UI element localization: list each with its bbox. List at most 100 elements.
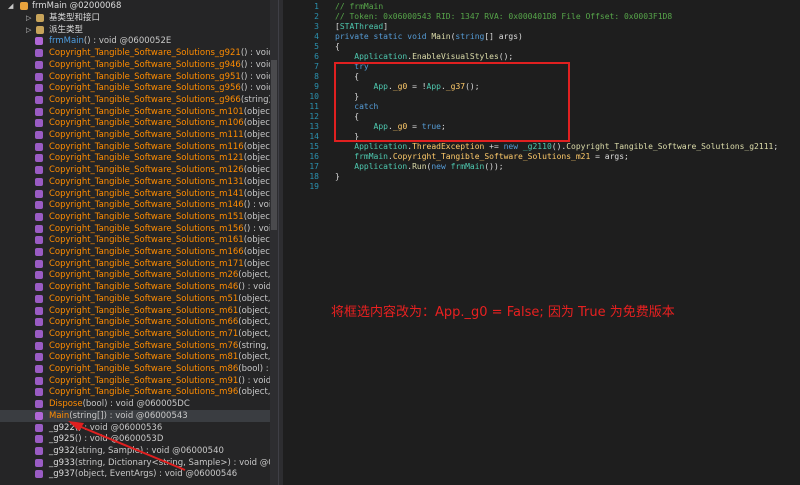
tree-member-node[interactable]: Copyright_Tangible_Software_Solutions_m5… [0, 293, 270, 305]
member-signature: () : void @ [240, 83, 270, 94]
tree-member-node[interactable]: Copyright_Tangible_Software_Solutions_m6… [0, 316, 270, 328]
code-line: 17 Application.Run(new frmMain()); [283, 162, 800, 172]
member-name: _g925() : void @0600053D [49, 434, 164, 445]
tree-member-node[interactable]: Copyright_Tangible_Software_Solutions_m1… [0, 129, 270, 141]
tree-member-node[interactable]: Copyright_Tangible_Software_Solutions_m1… [0, 234, 270, 246]
code-token: STAThread [339, 22, 384, 31]
tree-member-node[interactable]: Copyright_Tangible_Software_Solutions_m8… [0, 351, 270, 363]
member-name: Copyright_Tangible_Software_Solutions_m1… [49, 188, 270, 200]
private-method-icon [35, 435, 43, 444]
tree-member-node[interactable]: _g937(object, EventArgs) : void @0600054… [0, 468, 270, 480]
private-method-icon [35, 60, 43, 69]
collapse-arrow-icon[interactable]: ◢ [8, 0, 16, 12]
private-method-icon [35, 353, 43, 362]
tree-member-node[interactable]: Copyright_Tangible_Software_Solutions_m1… [0, 211, 270, 223]
member-signature: () : void @ [240, 59, 270, 70]
code-token: private static void [335, 32, 432, 41]
tree-member-node[interactable]: Copyright_Tangible_Software_Solutions_m1… [0, 117, 270, 129]
tree-member-node[interactable]: Copyright_Tangible_Software_Solutions_m1… [0, 246, 270, 258]
tree-member-node[interactable]: _g925() : void @0600053D [0, 433, 270, 445]
tree-member-node[interactable]: Copyright_Tangible_Software_Solutions_m1… [0, 199, 270, 211]
tree-member-node[interactable]: Copyright_Tangible_Software_Solutions_m1… [0, 188, 270, 200]
private-method-icon [35, 72, 43, 81]
member-signature: (string, Sample) : void @06000540 [74, 445, 224, 456]
member-name: Copyright_Tangible_Software_Solutions_m6… [49, 305, 270, 317]
tree-member-node[interactable]: Copyright_Tangible_Software_Solutions_m1… [0, 258, 270, 270]
tree-member-node[interactable]: Copyright_Tangible_Software_Solutions_m2… [0, 269, 270, 281]
tree-member-node[interactable]: _g922() : void @06000536 [0, 422, 270, 434]
private-method-icon [35, 201, 43, 210]
tree-member-node[interactable]: Copyright_Tangible_Software_Solutions_g9… [0, 82, 270, 94]
tree-member-node[interactable]: Copyright_Tangible_Software_Solutions_m1… [0, 152, 270, 164]
private-method-icon [35, 95, 43, 104]
member-signature: (object, EventArgs) : void @06000546 [74, 469, 238, 480]
tree-member-node[interactable]: Dispose(bool) : void @060005DC [0, 398, 270, 410]
code-token: Copyright_Tangible_Software_Solutions_m2… [392, 152, 591, 161]
tree-member-node[interactable]: Copyright_Tangible_Software_Solutions_m1… [0, 106, 270, 118]
tree-member-node[interactable]: Copyright_Tangible_Software_Solutions_m6… [0, 305, 270, 317]
tree-member-node[interactable]: Copyright_Tangible_Software_Solutions_m7… [0, 328, 270, 340]
member-signature: (string) : v [240, 94, 270, 105]
member-signature: (object, Ev [238, 387, 270, 398]
private-method-icon [35, 248, 43, 256]
tree-folder-node[interactable]: ▷ 基类型和接口 [0, 12, 270, 24]
tree-member-node[interactable]: Copyright_Tangible_Software_Solutions_m1… [0, 176, 270, 188]
member-name: Copyright_Tangible_Software_Solutions_m4… [49, 281, 270, 293]
tree-member-node[interactable]: Copyright_Tangible_Software_Solutions_g9… [0, 94, 270, 106]
member-name: Copyright_Tangible_Software_Solutions_m1… [49, 176, 270, 188]
tree-folder-node[interactable]: ▷ 派生类型 [0, 24, 270, 36]
tree-member-node[interactable]: Copyright_Tangible_Software_Solutions_m4… [0, 281, 270, 293]
expand-arrow-icon[interactable]: ▷ [26, 12, 34, 24]
line-number: 10 [309, 92, 319, 101]
member-signature: (object, E [243, 258, 270, 269]
code-text: // frmMain [335, 2, 383, 12]
private-method-icon [35, 236, 43, 245]
code-text: Application.Run(new frmMain()); [335, 162, 504, 172]
expand-arrow-icon[interactable]: ▷ [26, 24, 34, 36]
tree-member-node[interactable]: Copyright_Tangible_Software_Solutions_m1… [0, 223, 270, 235]
tree-member-node[interactable]: _g932(string, Sample) : void @06000540 [0, 445, 270, 457]
line-number: 5 [314, 42, 319, 51]
member-signature: () : void @ [243, 200, 270, 211]
member-name: Copyright_Tangible_Software_Solutions_g9… [49, 59, 270, 71]
member-signature: (bool) : vo [238, 364, 270, 374]
code-token: { [335, 42, 340, 51]
tree-member-node[interactable]: Copyright_Tangible_Software_Solutions_m7… [0, 340, 270, 352]
line-number: 12 [309, 112, 319, 121]
tree-member-node[interactable]: Copyright_Tangible_Software_Solutions_g9… [0, 59, 270, 71]
member-signature: (object, E [243, 141, 270, 152]
private-method-icon [35, 423, 43, 432]
code-line: 15 Application.ThreadException += new _g… [283, 142, 800, 152]
private-method-icon [35, 177, 43, 186]
code-text: private static void Main(string[] args) [335, 32, 523, 42]
tree-member-node[interactable]: Copyright_Tangible_Software_Solutions_g9… [0, 47, 270, 59]
member-signature: (string, str [238, 340, 270, 351]
tree-member-node[interactable]: Copyright_Tangible_Software_Solutions_g9… [0, 71, 270, 83]
tree-class-node[interactable]: ◢ frmMain @02000068 [0, 0, 270, 12]
member-name: Copyright_Tangible_Software_Solutions_m7… [49, 340, 270, 352]
tree-member-node[interactable]: Copyright_Tangible_Software_Solutions_m9… [0, 386, 270, 398]
tree-member-node[interactable]: Main(string[]) : void @06000543 [0, 409, 270, 422]
tree-member-node[interactable]: _g933(string, Dictionary<string, Sample>… [0, 457, 270, 469]
tree-member-node[interactable]: Copyright_Tangible_Software_Solutions_m1… [0, 141, 270, 153]
tree-member-node[interactable]: Copyright_Tangible_Software_Solutions_m9… [0, 375, 270, 387]
code-token: EnableVisualStyles [412, 52, 499, 61]
private-method-icon [35, 119, 43, 128]
member-signature: (string, Dictionary<string, Sample>) : v… [74, 457, 270, 468]
tree-scrollbar[interactable] [270, 0, 278, 485]
scrollbar-thumb[interactable] [271, 60, 277, 230]
line-number: 2 [314, 12, 319, 21]
private-method-icon [35, 306, 43, 315]
member-signature: (object, E [243, 153, 270, 164]
private-method-icon [35, 271, 43, 280]
code-text: frmMain.Copyright_Tangible_Software_Solu… [335, 152, 629, 162]
member-signature: () : void @06000536 [74, 422, 163, 433]
code-token: Application [354, 162, 408, 171]
tree-member-node[interactable]: Copyright_Tangible_Software_Solutions_m8… [0, 363, 270, 375]
tree-member-node[interactable]: frmMain() : void @0600052E [0, 35, 270, 47]
tree-member-node[interactable]: Copyright_Tangible_Software_Solutions_m1… [0, 164, 270, 176]
code-token: ()); [484, 162, 504, 171]
member-signature: () : void @0600053D [74, 434, 164, 445]
private-method-icon [35, 400, 43, 409]
